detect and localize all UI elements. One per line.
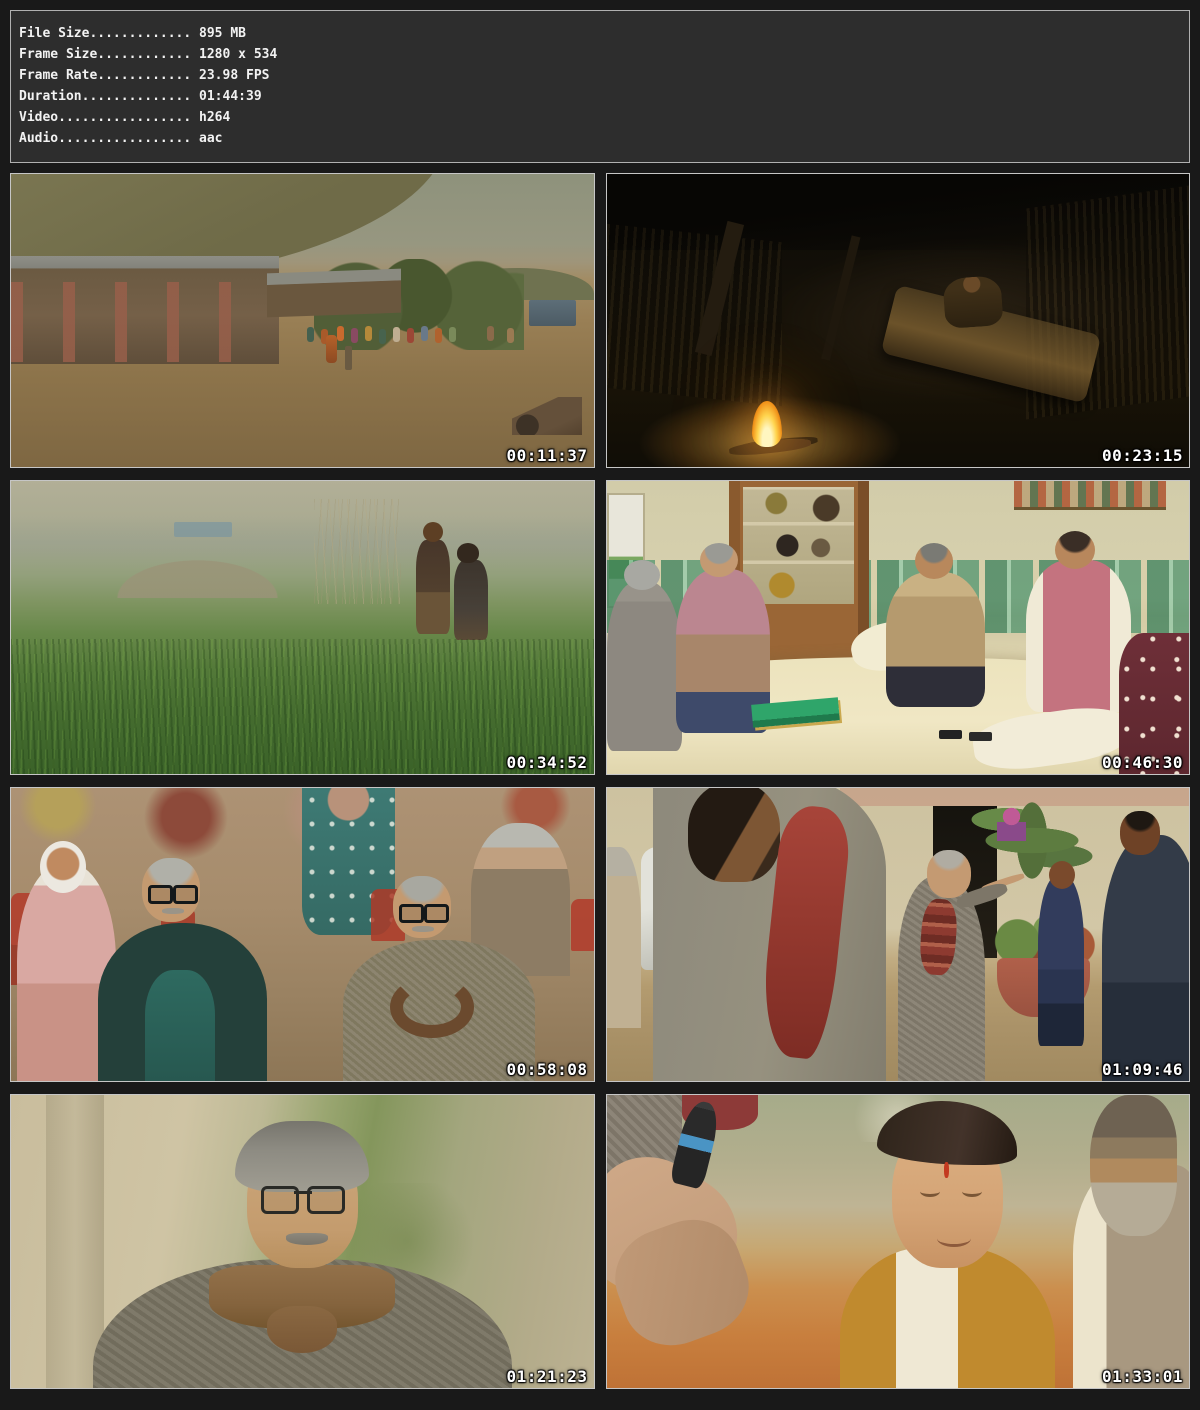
info-row-frame-rate: Frame Rate............ 23.98 FPS [19,65,1175,86]
art-closed-eyes [920,1186,982,1198]
timestamp-overlay: 00:11:37 [506,448,587,464]
art-wall-frame [1014,481,1165,510]
video-screenshot-2: 00:23:15 [606,173,1191,468]
art-foreground-man-head [688,787,780,882]
art-saffron-vest [840,1247,1056,1389]
art-truck [529,300,576,326]
art-foreground-villager [326,335,337,363]
dot-leader: ............ [97,68,199,83]
video-screenshot-7: 01:21:23 [10,1094,595,1389]
info-value: 895 MB [199,26,246,41]
art-bearded-elder-head [1090,1095,1177,1236]
art-man-tweed-glasses [399,904,449,920]
art-child-one-head [423,522,443,542]
art-man-grey-head [624,560,660,590]
art-child-one [416,540,450,634]
art-palm-fronds [968,788,1096,893]
art-man-tan-head [915,543,953,579]
art-man-tan-vest [886,572,985,707]
dot-leader: .............. [82,89,199,104]
art-seated-man [943,275,1005,329]
art-haze [11,516,594,569]
timestamp-overlay: 01:21:23 [506,1369,587,1385]
art-smile [937,1230,971,1247]
art-man-rose-vest [1026,560,1131,712]
art-pillars [11,282,267,361]
art-man-blue-kurta [1038,876,1085,1046]
art-villagers [337,326,344,341]
info-row-duration: Duration.............. 01:44:39 [19,86,1175,107]
timestamp-overlay: 00:46:30 [1102,755,1183,771]
dot-leader: ................. [58,110,199,125]
timestamp-overlay: 00:23:15 [1102,448,1183,464]
info-label: Frame Rate [19,68,97,83]
info-label: Video [19,110,58,125]
art-man-suit-glasses [148,885,198,901]
dot-leader: ............ [97,47,199,62]
art-grey-hair [235,1121,369,1191]
art-brown-scarf [390,976,474,1038]
art-woman-teal-dress [302,788,395,935]
art-distant-shed [174,522,232,537]
timestamp-overlay: 00:34:52 [506,755,587,771]
info-value: 1280 x 534 [199,47,277,62]
art-teal-sweater [145,970,215,1081]
art-moustache [286,1233,328,1245]
art-man-pink-head [700,543,738,577]
info-value: aac [199,131,222,146]
video-screenshot-8: 01:33:01 [606,1094,1191,1389]
dot-leader: ............. [89,26,199,41]
art-woman-headscarf-head [40,841,86,893]
info-label: Duration [19,89,82,104]
art-elder-head [927,850,971,898]
video-screenshot-3: 00:34:52 [10,480,595,775]
art-big-man-black [1102,835,1190,1081]
art-hut-wall-left [607,223,782,405]
art-man-left-edge [606,847,642,1029]
art-campfire [752,401,782,447]
art-phones [939,730,962,739]
info-value: 01:44:39 [199,89,262,104]
art-scarf-knot [267,1306,337,1353]
video-screenshot-6: 01:09:46 [606,787,1191,1082]
art-tilak-mark [944,1162,949,1178]
art-display-shelves [743,487,854,604]
art-dry-mound [104,554,290,598]
video-screenshot-5: 00:58:08 [10,787,595,1082]
info-value: 23.98 FPS [199,68,269,83]
art-man-grey-back [607,581,683,751]
art-child-two [454,560,488,640]
art-hanging-flowers [997,806,1026,841]
video-screenshot-1: 00:11:37 [10,173,595,468]
timestamp-overlay: 01:33:01 [1102,1369,1183,1385]
art-eyeglasses [259,1186,347,1212]
dot-leader: ................. [58,131,199,146]
screenshot-grid: 00:11:37 00:23:15 00:34:52 [10,173,1190,1389]
info-label: Frame Size [19,47,97,62]
art-child-two-head [457,543,479,563]
timestamp-overlay: 01:09:46 [1102,1062,1183,1078]
art-hut [267,268,401,317]
info-label: Audio [19,131,58,146]
art-man-suit-moustache [162,908,184,914]
timestamp-overlay: 00:58:08 [506,1062,587,1078]
art-big-man-head [1120,811,1160,855]
art-dry-shrub [314,499,401,604]
info-label: File Size [19,26,89,41]
art-blurred-pillar [46,1095,104,1388]
media-info-panel: File Size............. 895 MB Frame Size… [10,10,1190,163]
info-row-frame-size: Frame Size............ 1280 x 534 [19,44,1175,65]
art-man-tweed-moustache [412,926,434,932]
art-bullock-cart [512,397,582,435]
info-row-file-size: File Size............. 895 MB [19,23,1175,44]
info-value: h264 [199,110,230,125]
video-screenshot-4: 00:46:30 [606,480,1191,775]
info-row-video-codec: Video................. h264 [19,107,1175,128]
info-row-audio-codec: Audio................. aac [19,128,1175,149]
art-man-rose-head [1055,531,1095,569]
